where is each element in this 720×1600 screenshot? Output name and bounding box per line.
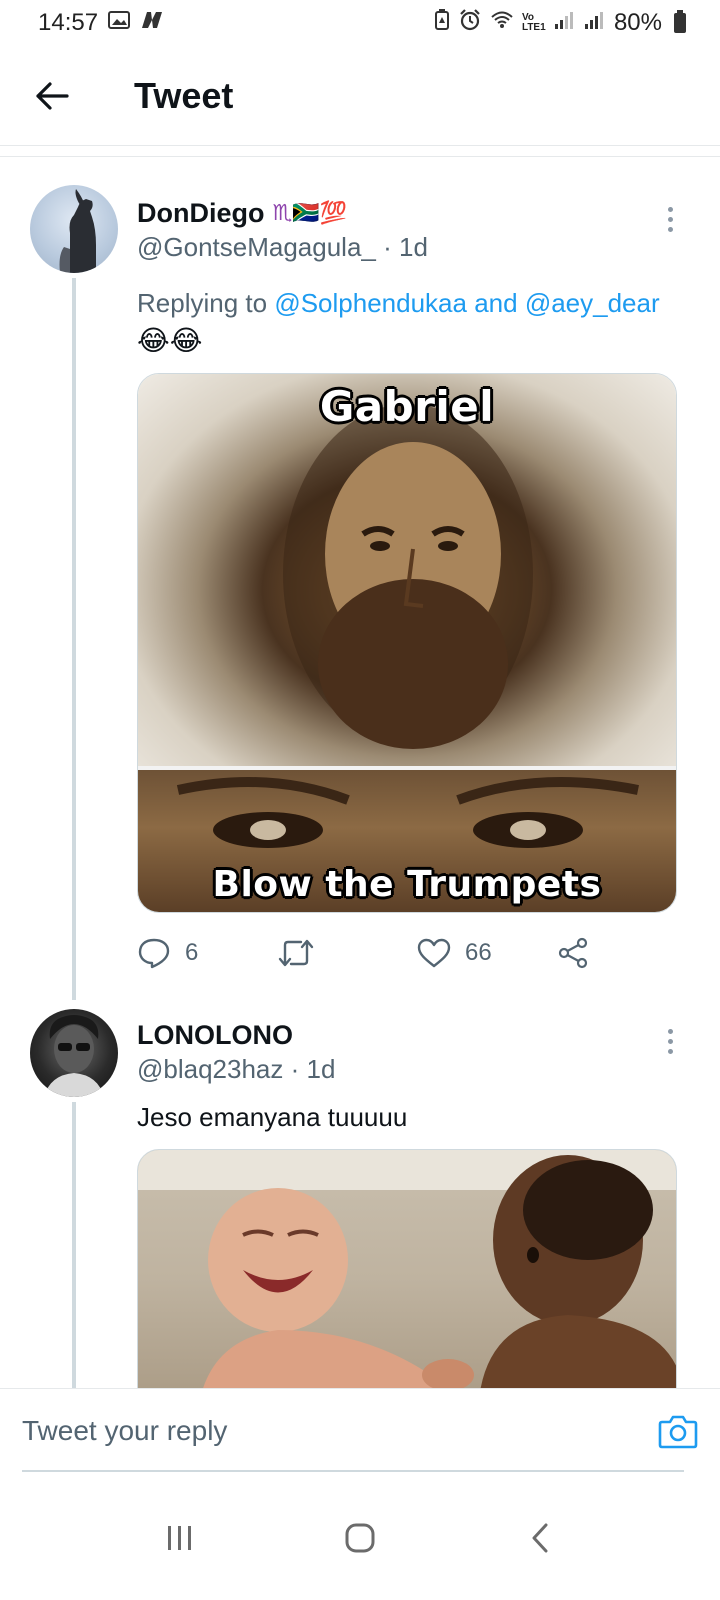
- more-options-button[interactable]: [660, 202, 680, 236]
- recent-apps-icon: [168, 1526, 191, 1550]
- reply-button[interactable]: 6: [137, 937, 277, 969]
- share-icon: [558, 937, 588, 969]
- mention-link[interactable]: @aey_dear: [525, 288, 660, 318]
- like-button[interactable]: 66: [417, 938, 557, 968]
- signal-icon-2: [584, 9, 606, 37]
- thread-connector: [72, 278, 76, 1000]
- tweet-image[interactable]: Gabriel Blow the Trumpets: [137, 373, 677, 913]
- battery-percent: 80%: [613, 9, 662, 36]
- meme-caption-bottom: Blow the Trumpets: [212, 864, 602, 905]
- reply-underline: [22, 1470, 684, 1472]
- reply-icon: [138, 938, 170, 969]
- share-button[interactable]: [557, 937, 589, 969]
- meme-top-panel: [138, 374, 676, 766]
- camera-icon: [658, 1415, 698, 1448]
- heart-icon: [417, 938, 451, 968]
- tweet-content: DonDiego ♏🇿🇦💯 @GontseMagagula_ · 1d Repl…: [137, 196, 682, 973]
- chevron-left-icon: [532, 1523, 548, 1553]
- babies-photo-illustration: [138, 1150, 676, 1388]
- retweet-button[interactable]: [277, 938, 417, 968]
- user-handle[interactable]: @blaq23haz: [137, 1054, 283, 1084]
- handle-row: @GontseMagagula_ · 1d: [137, 232, 682, 263]
- mention-link[interactable]: @Solphendukaa: [274, 288, 467, 318]
- tweet-time: · 1d: [290, 1054, 336, 1084]
- app-notification-icon: [140, 9, 164, 37]
- dot-icon: [667, 1028, 673, 1034]
- more-options-button[interactable]: [660, 1024, 680, 1058]
- status-time: 14:57: [38, 9, 99, 36]
- recent-apps-button[interactable]: [150, 1508, 210, 1568]
- handle-row: @blaq23haz · 1d: [137, 1054, 682, 1085]
- thread-connector: [72, 1102, 76, 1388]
- meme-caption-top: Gabriel: [319, 382, 495, 431]
- tweet: DonDiego ♏🇿🇦💯 @GontseMagagula_ · 1d Repl…: [0, 160, 720, 1000]
- system-navigation-bar: [0, 1476, 720, 1600]
- dot-icon: [667, 226, 673, 232]
- alarm-icon: [458, 8, 482, 38]
- reply-count: 6: [185, 939, 199, 966]
- home-icon: [345, 1523, 375, 1553]
- tweet-text: 😂😂: [137, 325, 203, 356]
- tweet-actions: 6 66: [137, 933, 682, 973]
- dot-icon: [667, 216, 673, 222]
- top-app-bar: Tweet: [0, 46, 720, 146]
- dot-icon: [667, 206, 673, 212]
- tweet-thread: DonDiego ♏🇿🇦💯 @GontseMagagula_ · 1d Repl…: [0, 160, 720, 1388]
- reply-composer: [0, 1388, 720, 1472]
- user-handle[interactable]: @GontseMagagula_: [137, 232, 376, 262]
- signal-icon: [554, 9, 576, 37]
- avatar[interactable]: [30, 1009, 118, 1097]
- goat-silhouette-image: [59, 189, 96, 273]
- tweet-text: Jeso emanyana tuuuuu: [137, 1102, 408, 1132]
- name-emoji: ♏🇿🇦💯: [272, 200, 348, 225]
- display-name[interactable]: LONOLONO: [137, 1020, 293, 1051]
- status-bar: 14:57 Vo LTE1 80%: [0, 0, 720, 46]
- like-count: 66: [465, 939, 492, 966]
- gallery-icon: [108, 9, 131, 37]
- arrow-left-icon: [36, 81, 69, 110]
- network-label: Vo LTE1: [521, 12, 546, 33]
- tweet-image[interactable]: [137, 1149, 677, 1388]
- retweet-icon: [278, 939, 314, 967]
- page-title: Tweet: [134, 74, 234, 116]
- divider: [0, 156, 720, 157]
- tweet-time: · 1d: [383, 232, 428, 262]
- replying-prefix: Replying to: [137, 288, 268, 318]
- avatar[interactable]: [30, 185, 118, 273]
- portrait-illustration: [283, 404, 533, 749]
- tweet-content: LONOLONO @blaq23haz · 1d Jeso emanyana t…: [137, 1018, 682, 1388]
- dot-icon: [667, 1038, 673, 1044]
- battery-icon: [674, 10, 686, 33]
- replying-to: Replying to @Solphendukaa and @aey_dear: [137, 285, 682, 321]
- mention-joiner[interactable]: and: [474, 288, 517, 318]
- tweet: LONOLONO @blaq23haz · 1d Jeso emanyana t…: [0, 1000, 720, 1388]
- battery-saver-icon: [434, 8, 450, 38]
- profile-photo-image: [44, 1015, 104, 1097]
- display-name[interactable]: DonDiego: [137, 198, 265, 229]
- reply-input[interactable]: [22, 1414, 658, 1447]
- home-button[interactable]: [330, 1508, 390, 1568]
- wifi-icon: [490, 9, 514, 37]
- back-nav-button[interactable]: [510, 1508, 570, 1568]
- dot-icon: [667, 1048, 673, 1054]
- back-button[interactable]: [22, 66, 82, 126]
- camera-button[interactable]: [658, 1411, 698, 1451]
